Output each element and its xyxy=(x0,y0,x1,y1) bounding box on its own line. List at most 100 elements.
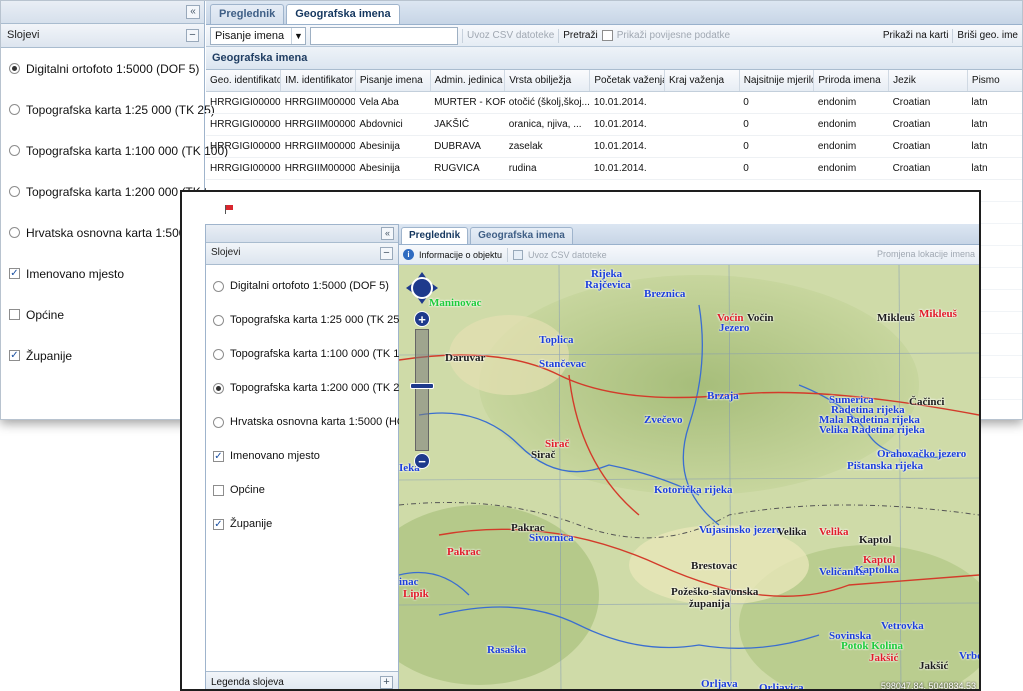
layer-item[interactable]: ✓ Imenovano mjesto xyxy=(206,439,398,473)
checkbox[interactable]: ✓ xyxy=(213,450,224,462)
layer-item[interactable]: Digitalni ortofoto 1:5000 (DOF 5) xyxy=(1,48,204,89)
place-label[interactable]: županija xyxy=(689,599,730,610)
place-label[interactable]: Vujasinsko jezero xyxy=(699,525,782,536)
expand-legend-button[interactable]: + xyxy=(380,676,393,689)
column-header[interactable]: Priroda imena xyxy=(813,70,890,92)
place-label[interactable]: Jezero xyxy=(719,323,749,334)
layer-item[interactable]: ✓ Županije xyxy=(1,335,204,376)
table-row[interactable]: HRRGIGI000000...HRRGIIM00000...Abesinija… xyxy=(206,157,1022,180)
layer-item[interactable]: Topografska karta 1:25 000 (TK 25) xyxy=(1,89,215,130)
layer-item[interactable]: Hrvatska osnovna karta 1:5000 (HOK 5) xyxy=(206,405,426,439)
place-label[interactable]: Pištanska rijeka xyxy=(847,461,923,472)
place-label[interactable]: Kaptolka xyxy=(855,565,899,576)
layer-item[interactable]: Topografska karta 1:100 000 (TK 100) xyxy=(1,130,228,171)
collapse-panel-button[interactable]: « xyxy=(381,227,394,240)
tab-geografska-imena[interactable]: Geografska imena xyxy=(470,227,573,244)
minimize-panel-button[interactable]: − xyxy=(380,247,393,260)
place-label[interactable]: Pakrac xyxy=(447,547,481,558)
layer-item[interactable]: Topografska karta 1:100 000 (TK 100) xyxy=(206,337,415,371)
search-field-select[interactable]: Pisanje imena ▼ xyxy=(210,26,306,45)
column-header[interactable]: IM. identifikator xyxy=(280,70,356,92)
checkbox[interactable] xyxy=(213,484,224,496)
place-label[interactable]: Rasaška xyxy=(487,645,526,656)
radio-button[interactable] xyxy=(213,382,224,394)
place-label[interactable]: Vetrovka xyxy=(881,621,924,632)
place-label[interactable]: Sirač xyxy=(531,450,555,461)
layer-item[interactable]: ✓ Imenovano mjesto xyxy=(1,253,204,294)
place-label[interactable]: Orljava xyxy=(701,679,738,690)
layer-item[interactable]: Topografska karta 1:200 000 (TK 200) xyxy=(1,171,228,212)
place-label[interactable]: Toplica xyxy=(539,335,573,346)
place-label[interactable]: Potok Kolina xyxy=(841,641,903,652)
place-label[interactable]: Jakšić xyxy=(919,661,948,672)
table-row[interactable]: HRRGIGI000000...HRRGIIM00000...Abdovnici… xyxy=(206,113,1022,136)
radio-button[interactable] xyxy=(213,280,224,292)
search-button[interactable]: Pretraži xyxy=(563,30,597,41)
radio-button[interactable] xyxy=(9,104,20,115)
layer-item[interactable]: Hrvatska osnovna karta 1:5000 (HOK 5) xyxy=(1,212,239,253)
place-label[interactable]: Daruvar xyxy=(445,353,485,364)
zoom-in-button[interactable]: + xyxy=(414,311,430,327)
column-header[interactable]: Početak važenja xyxy=(589,70,665,92)
zoom-slider-handle[interactable] xyxy=(410,383,434,389)
pan-control[interactable] xyxy=(406,272,438,304)
radio-button[interactable] xyxy=(213,348,224,360)
column-header[interactable]: Pisanje imena xyxy=(355,70,431,92)
place-label[interactable]: Stančevac xyxy=(539,359,586,370)
radio-button[interactable] xyxy=(9,186,20,197)
tab-preglednik[interactable]: Preglednik xyxy=(210,4,285,24)
place-label[interactable]: Mikleuš xyxy=(919,309,957,320)
history-checkbox[interactable] xyxy=(601,30,613,41)
place-label[interactable]: Zvečevo xyxy=(644,415,682,426)
csv-import-button[interactable]: Uvoz CSV datoteke xyxy=(467,30,554,41)
place-label[interactable]: Orljavica xyxy=(759,683,804,690)
radio-button[interactable] xyxy=(9,145,20,156)
radio-button[interactable] xyxy=(213,314,224,326)
place-label[interactable]: Čačinci xyxy=(909,397,944,408)
layer-item[interactable]: Općine xyxy=(206,473,398,507)
place-label[interactable]: Mikleuš xyxy=(877,313,915,324)
place-label[interactable]: Brzaja xyxy=(707,391,739,402)
place-label[interactable]: Kaptol xyxy=(859,535,891,546)
place-label[interactable]: Sirač xyxy=(545,439,569,450)
chevron-down-icon[interactable]: ▼ xyxy=(291,27,305,44)
zoom-out-button[interactable]: − xyxy=(414,453,430,469)
column-header[interactable]: Pismo xyxy=(967,70,1022,92)
place-label[interactable]: Rajčevica xyxy=(585,280,631,291)
search-input[interactable] xyxy=(310,26,458,45)
place-label[interactable]: Kotorička rijeka xyxy=(654,485,733,496)
table-row[interactable]: HRRGIGI000000...HRRGIIM00000...Vela AbaM… xyxy=(206,91,1022,114)
zoom-slider-track[interactable] xyxy=(415,329,429,451)
radio-button[interactable] xyxy=(9,227,20,238)
column-header[interactable]: Jezik xyxy=(888,70,968,92)
relocate-name-button[interactable]: Promjena lokacije imena xyxy=(877,249,975,259)
column-header[interactable]: Kraj važenja xyxy=(664,70,740,92)
place-label[interactable]: Lipik xyxy=(403,589,429,600)
place-label[interactable]: Jakšić xyxy=(869,653,898,664)
layer-item[interactable]: Topografska karta 1:200 000 (TK 200) xyxy=(206,371,415,405)
place-label[interactable]: Požeško-slavonska xyxy=(671,587,758,598)
layer-item[interactable]: Općine xyxy=(1,294,204,335)
layer-item[interactable]: ✓ Županije xyxy=(206,507,398,541)
tab-preglednik[interactable]: Preglednik xyxy=(401,227,469,244)
tab-geografska-imena[interactable]: Geografska imena xyxy=(286,4,400,24)
collapse-panel-button[interactable]: « xyxy=(186,5,200,19)
column-header[interactable]: Geo. identifikator xyxy=(206,70,282,92)
layer-item[interactable]: Topografska karta 1:25 000 (TK 25) xyxy=(206,303,403,337)
place-label[interactable]: Velika xyxy=(819,527,849,538)
checkbox[interactable] xyxy=(9,309,20,320)
column-header[interactable]: Najsitnije mjerilo pri xyxy=(739,70,815,92)
minimize-panel-button[interactable]: − xyxy=(186,29,199,42)
map-view[interactable]: Rijeka Rajčevica Maninovac Breznica Voćin Jez… xyxy=(399,265,979,690)
place-label[interactable]: Breznica xyxy=(644,289,685,300)
place-label[interactable]: Vočin xyxy=(747,313,774,324)
checkbox[interactable]: ✓ xyxy=(9,350,20,361)
table-row[interactable]: HRRGIGI000000...HRRGIIM00000...Abesinija… xyxy=(206,135,1022,158)
place-label[interactable]: Orahovačko jezero xyxy=(877,449,966,460)
checkbox[interactable]: ✓ xyxy=(213,518,224,530)
show-on-map-button[interactable]: Prikaži na karti xyxy=(883,30,949,41)
place-label[interactable]: Sivornica xyxy=(529,533,574,544)
object-info-button[interactable]: Informacije o objektu xyxy=(419,250,502,260)
place-label[interactable]: Brestovac xyxy=(691,561,737,572)
radio-button[interactable] xyxy=(213,416,224,428)
